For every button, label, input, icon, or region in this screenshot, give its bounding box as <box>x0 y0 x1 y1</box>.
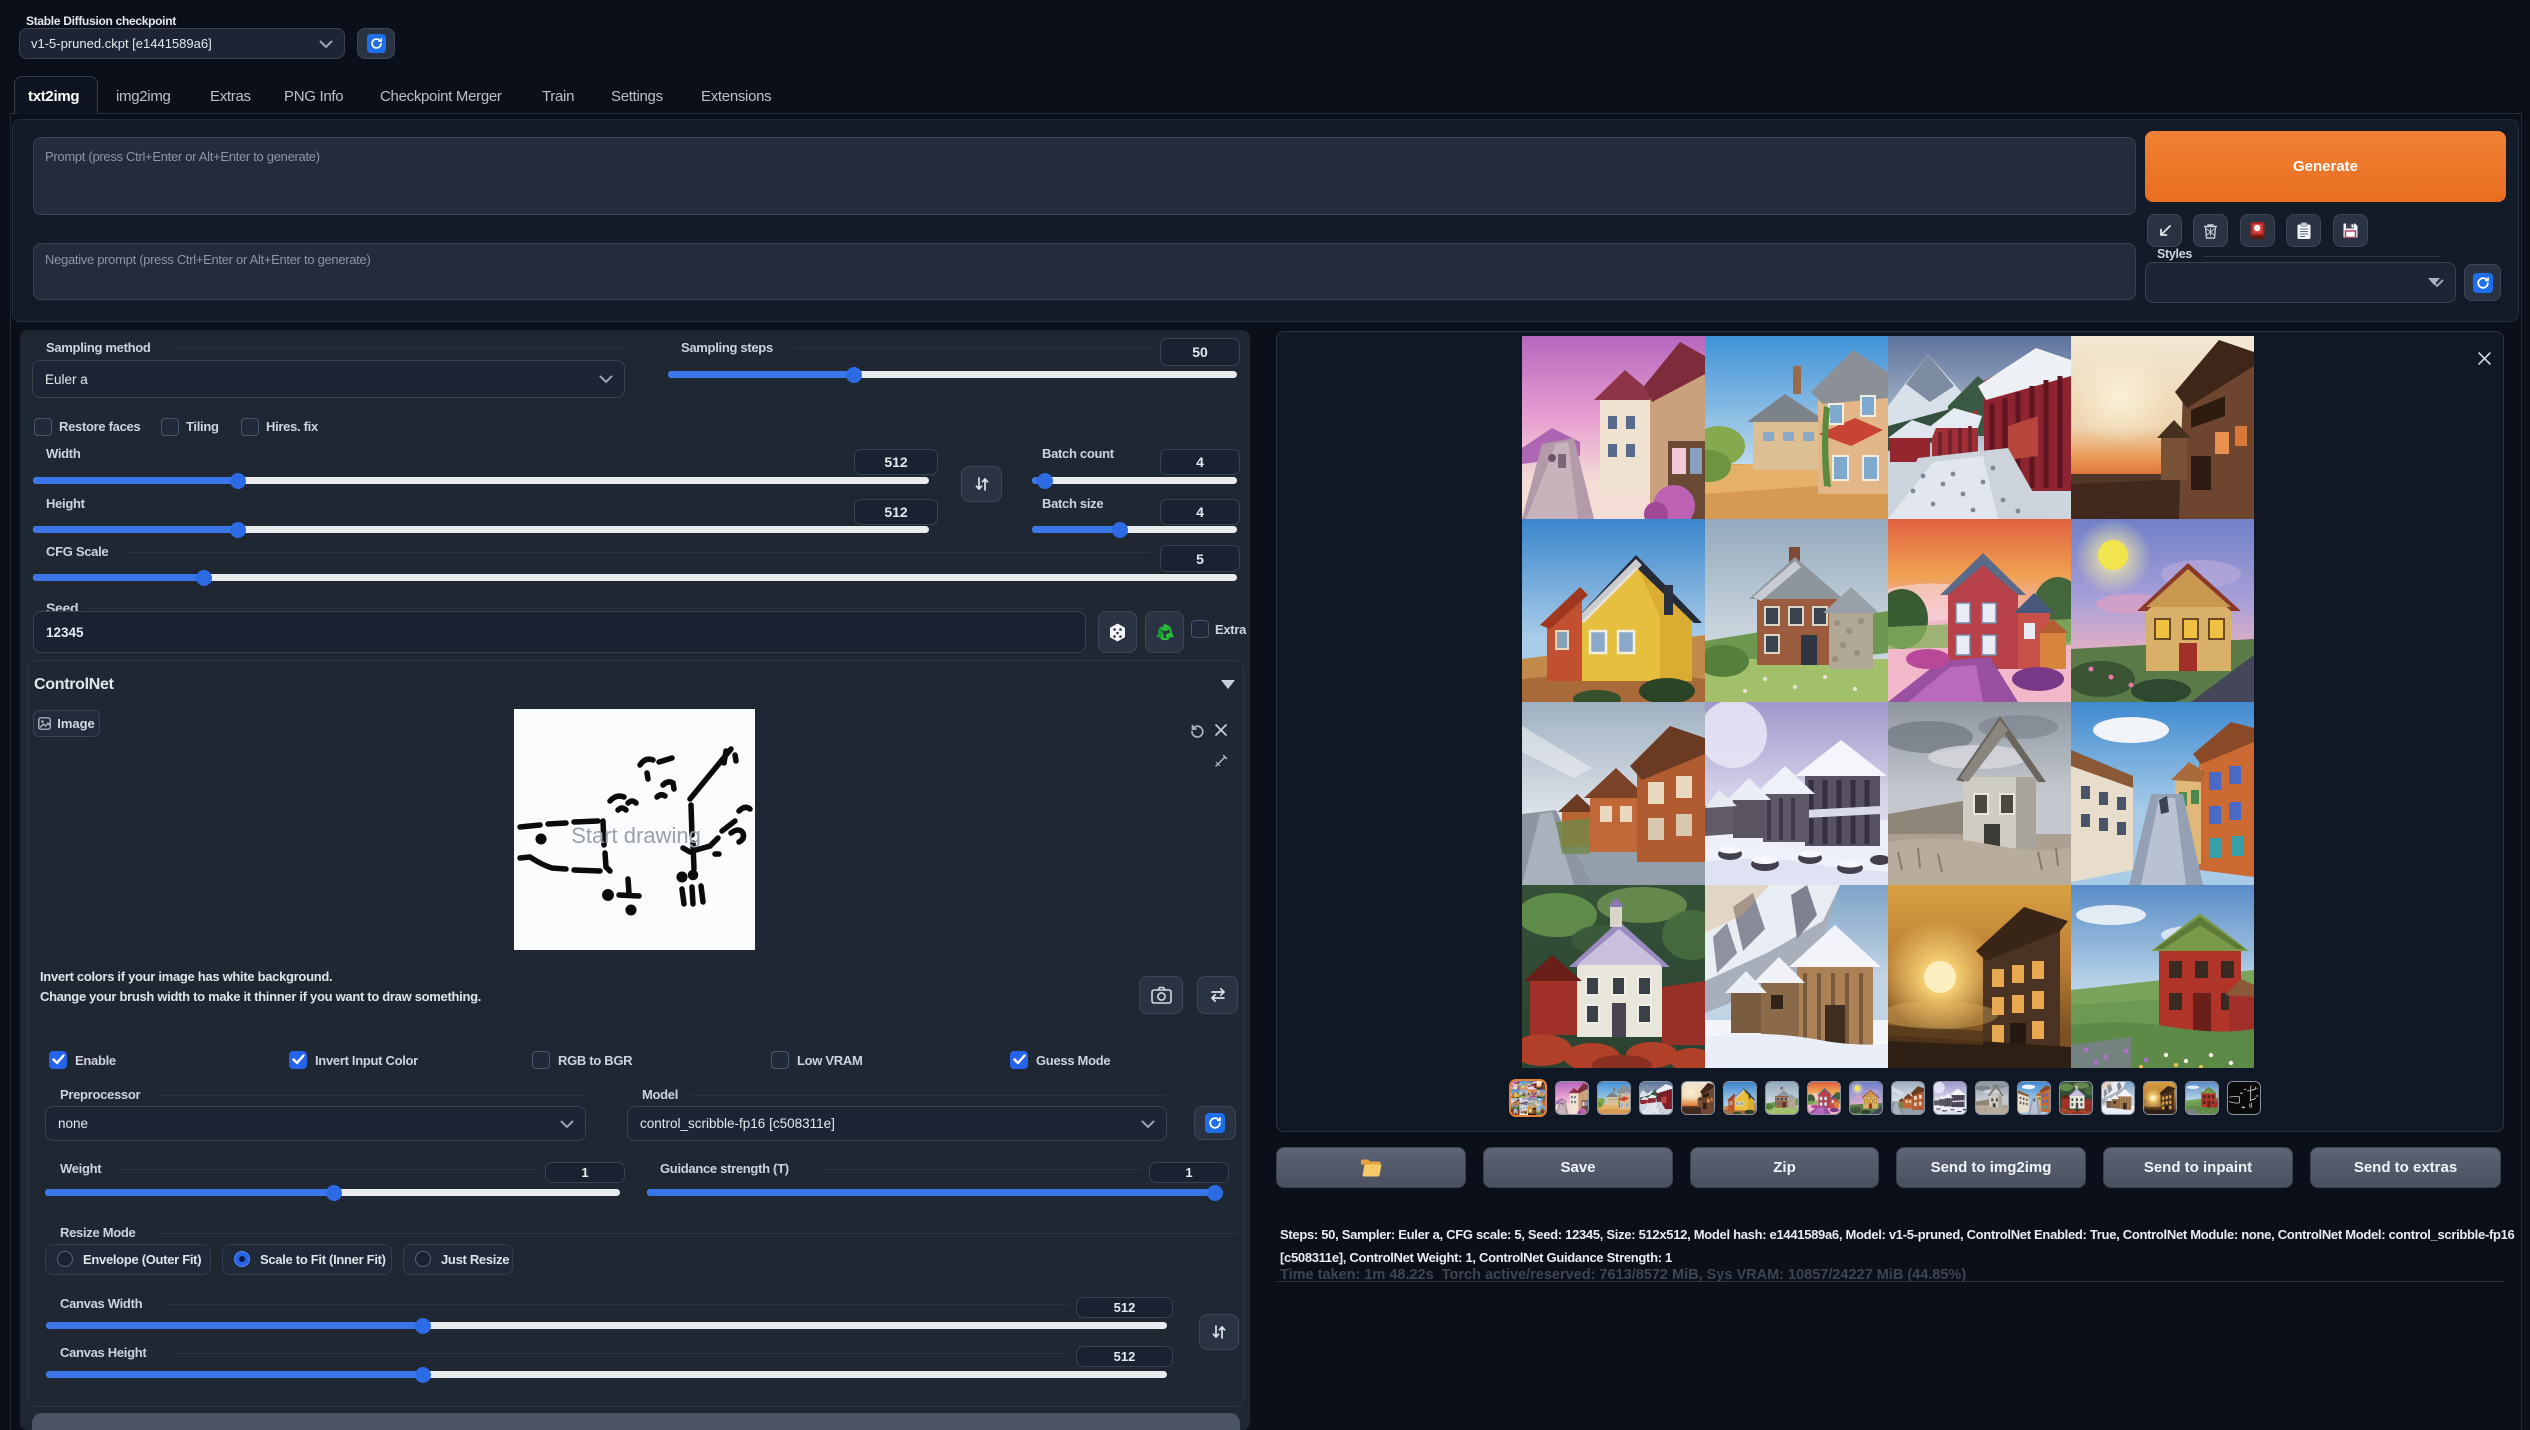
svg-text:Start drawing: Start drawing <box>571 823 701 848</box>
